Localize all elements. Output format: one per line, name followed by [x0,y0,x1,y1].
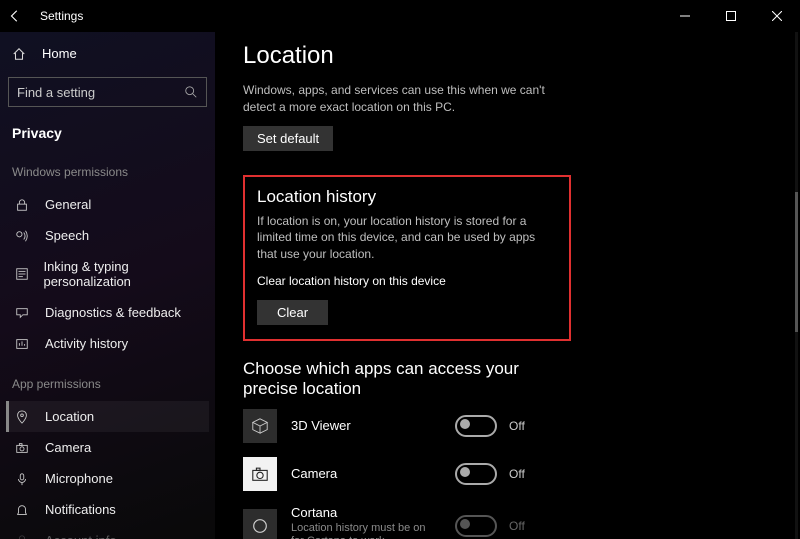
nav-overflow[interactable]: Account info [6,525,209,539]
app-name: 3D Viewer [291,418,441,433]
nav-diagnostics[interactable]: Diagnostics & feedback [6,297,209,328]
category-title: Privacy [6,121,209,145]
window-title: Settings [40,9,83,23]
nav-label: Account info [45,533,117,539]
apps-list: 3D Viewer Off Camera Off Cortana Location his… [243,409,800,539]
app-row: 3D Viewer Off [243,409,800,443]
close-button[interactable] [754,0,800,32]
window-controls [662,0,800,32]
home-label: Home [42,46,77,61]
speech-icon [15,229,31,243]
nav-inking[interactable]: Inking & typing personalization [6,251,209,297]
camera-icon [15,441,31,455]
scroll-thumb[interactable] [795,192,798,332]
content-pane: Location Windows, apps, and services can… [215,32,800,539]
group-windows-permissions: Windows permissions [6,161,209,183]
app-info: 3D Viewer [291,418,441,433]
app-toggle[interactable] [455,463,497,485]
app-row: Camera Off [243,457,800,491]
app-toggle [455,515,497,537]
back-icon[interactable] [8,9,22,23]
set-default-button[interactable]: Set default [243,126,333,151]
app-toggle-state: Off [509,419,525,433]
nav-label: Inking & typing personalization [43,259,203,289]
nav-label: Diagnostics & feedback [45,305,181,320]
sidebar: Home Find a setting Privacy Windows perm… [0,32,215,539]
home-nav[interactable]: Home [6,40,209,67]
home-icon [12,47,28,61]
history-desc: If location is on, your location history… [257,213,557,263]
title-bar: Settings [0,0,800,32]
nav-location[interactable]: Location [6,401,209,432]
app-row: Cortana Location history must be on for C… [243,505,800,539]
minimize-button[interactable] [662,0,708,32]
nav-general[interactable]: General [6,189,209,220]
activity-icon [15,337,31,351]
nav-label: Camera [45,440,91,455]
app-toggle-wrap: Off [455,415,525,437]
nav-label: Speech [45,228,89,243]
content-scrollbar[interactable] [795,32,798,539]
notifications-icon [15,503,31,517]
nav-label: General [45,197,91,212]
app-note: Location history must be on for Cortana … [291,522,431,539]
nav-notifications[interactable]: Notifications [6,494,209,525]
account-icon [15,534,31,539]
nav-microphone[interactable]: Microphone [6,463,209,494]
location-history-panel: Location history If location is on, your… [243,175,571,341]
search-icon [184,85,198,99]
group-app-permissions: App permissions [6,373,209,395]
history-title: Location history [257,187,557,207]
app-toggle-state: Off [509,519,525,533]
app-icon [243,509,277,539]
clear-button[interactable]: Clear [257,300,328,325]
nav-speech[interactable]: Speech [6,220,209,251]
app-icon [243,409,277,443]
app-icon [243,457,277,491]
search-placeholder: Find a setting [17,85,95,100]
nav-camera[interactable]: Camera [6,432,209,463]
location-icon [15,410,31,424]
app-name: Cortana [291,505,441,520]
app-toggle-wrap: Off [455,463,525,485]
feedback-icon [15,306,31,320]
nav-label: Activity history [45,336,128,351]
intro-text: Windows, apps, and services can use this… [243,82,563,116]
nav-label: Location [45,409,94,424]
app-info: Cortana Location history must be on for C… [291,505,441,539]
microphone-icon [15,472,31,486]
inking-icon [15,267,29,281]
nav-label: Microphone [45,471,113,486]
app-toggle-state: Off [509,467,525,481]
maximize-button[interactable] [708,0,754,32]
search-input[interactable]: Find a setting [8,77,207,107]
nav-label: Notifications [45,502,116,517]
app-toggle-wrap: Off [455,515,525,537]
lock-icon [15,198,31,212]
nav-activity[interactable]: Activity history [6,328,209,359]
history-clear-label: Clear location history on this device [257,273,557,290]
app-info: Camera [291,466,441,481]
app-name: Camera [291,466,441,481]
apps-section-title: Choose which apps can access your precis… [243,359,543,399]
app-toggle[interactable] [455,415,497,437]
page-title: Location [243,42,800,70]
